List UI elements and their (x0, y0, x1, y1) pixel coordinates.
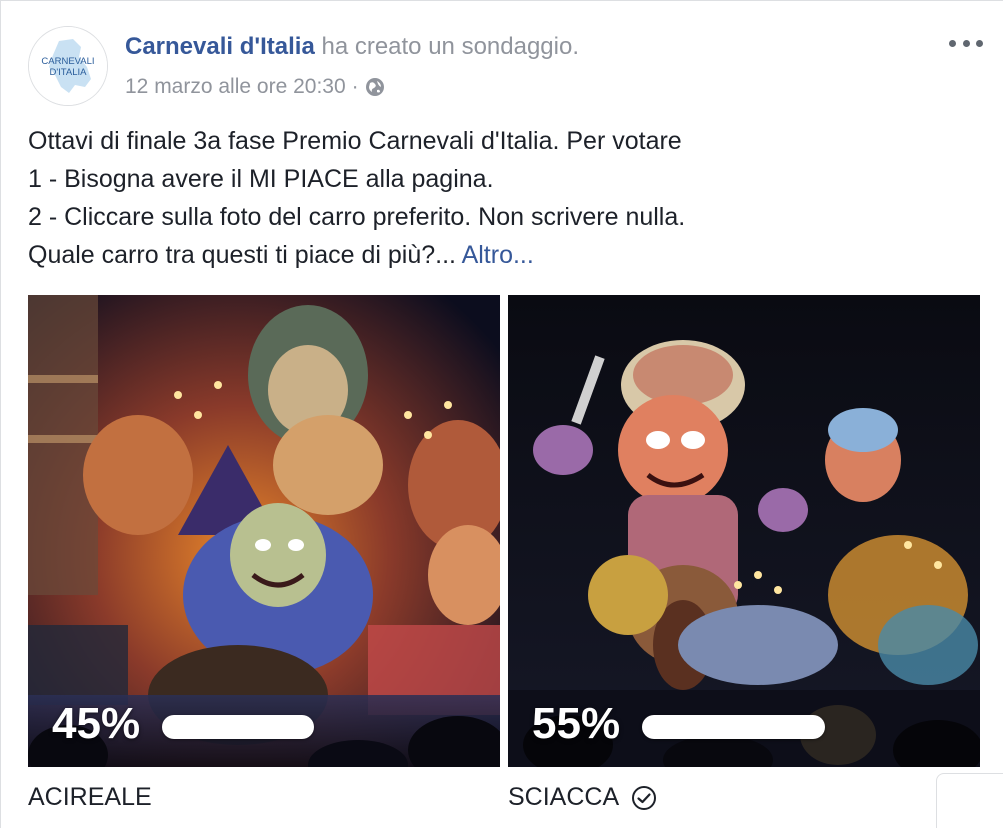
poll-percent-acireale: 45% (52, 699, 141, 748)
poll-post: CARNEVALI D'ITALIA Carnevali d'Italia ha… (0, 0, 1003, 828)
carnevali-logo: CARNEVALI D'ITALIA (29, 27, 107, 105)
poll-option-image-acireale[interactable]: 45% (28, 295, 500, 767)
acireale-float-photo (28, 295, 500, 767)
page-avatar[interactable]: CARNEVALI D'ITALIA (28, 26, 108, 106)
post-line-3: 2 - Cliccare sulla foto del carro prefer… (28, 203, 686, 231)
poll-result-bar-sciacca (642, 715, 825, 739)
author-name-link[interactable]: Carnevali d'Italia (125, 33, 315, 60)
poll-option-label-acireale: ACIREALE (28, 783, 152, 811)
poll-option-image-sciacca[interactable]: 55% (508, 295, 980, 767)
poll-option-sciacca[interactable]: 55% SCIACCA (508, 295, 980, 811)
post-line-1: Ottavi di finale 3a fase Premio Carneval… (28, 127, 682, 155)
more-options-icon[interactable] (949, 31, 983, 55)
poll-option-label-row-acireale[interactable]: ACIREALE (28, 783, 152, 812)
meta-separator: · (351, 75, 359, 98)
chat-corner-panel (936, 773, 1003, 828)
see-more-link[interactable]: Altro... (462, 241, 534, 269)
post-timestamp[interactable]: 12 marzo alle ore 20:30 (125, 75, 346, 99)
poll-option-acireale[interactable]: 45% ACIREALE (28, 295, 500, 811)
post-line-4-text: Quale carro tra questi ti piace di più?.… (28, 241, 462, 269)
check-circle-icon (631, 785, 657, 811)
post-line-4: Quale carro tra questi ti piace di più?.… (28, 236, 968, 274)
post-text: Ottavi di finale 3a fase Premio Carneval… (28, 122, 968, 274)
globe-icon[interactable] (365, 77, 385, 97)
post-line-2: 1 - Bisogna avere il MI PIACE alla pagin… (28, 165, 494, 193)
poll-result-bar-acireale (162, 715, 314, 739)
avatar-text-2: D'ITALIA (49, 67, 87, 78)
post-meta: 12 marzo alle ore 20:30 · (125, 75, 385, 99)
poll-percent-sciacca: 55% (532, 699, 621, 748)
post-header-line: Carnevali d'Italia ha creato un sondaggi… (125, 33, 579, 61)
poll-option-label-row-sciacca[interactable]: SCIACCA (508, 783, 657, 812)
sciacca-float-photo (508, 295, 980, 767)
poll-option-label-sciacca: SCIACCA (508, 783, 620, 811)
avatar-text-1: CARNEVALI (41, 56, 94, 67)
post-action-text: ha creato un sondaggio. (314, 33, 579, 60)
